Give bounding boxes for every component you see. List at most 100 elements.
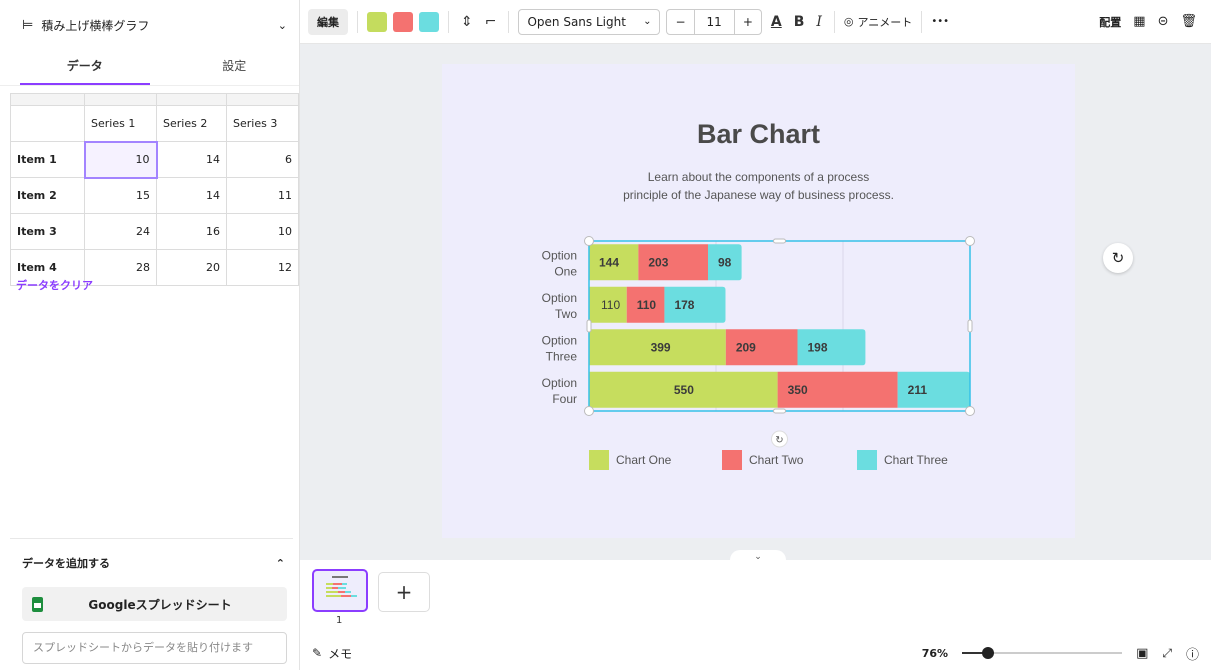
- row-label-cell[interactable]: Item 2: [10, 177, 85, 214]
- data-label: 399: [651, 340, 671, 354]
- thumbnail-preview: [326, 576, 357, 597]
- resize-handle: [773, 238, 786, 244]
- add-data-header[interactable]: データを追加する ⌃: [10, 539, 293, 587]
- spacing-icon[interactable]: ⇕: [458, 14, 476, 30]
- decrease-size-button[interactable]: −: [667, 15, 693, 29]
- paste-data-input[interactable]: スプレッドシートからデータを貼り付けます: [22, 632, 287, 664]
- chart-data-panel: ⊨ 積み上げ横棒グラフ ⌄ データ 設定 Series 1 Series 2 S…: [0, 0, 300, 670]
- zoom-slider[interactable]: [962, 647, 1123, 659]
- zoom-slider-handle[interactable]: [981, 647, 994, 659]
- pages-strip: 1 +: [300, 560, 1211, 636]
- data-cell[interactable]: 10: [226, 213, 299, 250]
- font-size-value[interactable]: 11: [693, 9, 735, 34]
- animate-button[interactable]: ◎ アニメート: [844, 14, 912, 30]
- data-cell[interactable]: 24: [84, 213, 157, 250]
- category-label: One: [554, 264, 577, 278]
- header-cell[interactable]: [10, 105, 85, 142]
- chevron-down-icon: ⌄: [277, 18, 287, 32]
- table-header-row: Series 1 Series 2 Series 3: [10, 105, 299, 142]
- data-cell[interactable]: 14: [156, 177, 227, 214]
- table-row: Item 1 10 14 6: [10, 140, 299, 179]
- clear-data-link[interactable]: データをクリア: [16, 277, 93, 293]
- zoom-controls: 76% ▣ ⤢ ⓘ: [922, 644, 1199, 663]
- fullscreen-icon[interactable]: ⤢: [1162, 646, 1172, 661]
- legend-label: Chart One: [616, 453, 672, 467]
- header-cell[interactable]: Series 2: [156, 105, 227, 142]
- edit-button[interactable]: 編集: [308, 8, 348, 35]
- bold-icon[interactable]: B: [791, 14, 808, 30]
- color-swatch-2[interactable]: [393, 11, 413, 32]
- animate-label: アニメート: [857, 15, 913, 29]
- data-cell[interactable]: 15: [84, 177, 157, 214]
- add-data-title: データを追加する: [22, 557, 110, 570]
- category-label: Option: [542, 248, 577, 262]
- data-cell[interactable]: 16: [156, 213, 227, 250]
- notes-icon: ✎: [312, 646, 323, 660]
- link-icon[interactable]: ⊝: [1158, 14, 1169, 29]
- category-label: Four: [552, 392, 577, 406]
- notes-button[interactable]: ✎ メモ: [312, 645, 352, 662]
- resize-handle: [586, 319, 592, 333]
- data-label: 209: [736, 340, 756, 354]
- toolbar-right: 配置 ▦ ⊝ 🗑: [1099, 14, 1211, 30]
- category-label: Three: [546, 349, 578, 363]
- design-canvas: Bar Chart Learn about the components of …: [300, 44, 1211, 564]
- color-swatch-3[interactable]: [419, 11, 439, 32]
- page-thumbnail[interactable]: [312, 569, 368, 612]
- chart-type-selector[interactable]: ⊨ 積み上げ横棒グラフ ⌄: [0, 0, 299, 50]
- chevron-up-icon: ⌃: [275, 556, 285, 570]
- data-cell[interactable]: 14: [156, 141, 227, 178]
- zoom-percent[interactable]: 76%: [922, 647, 948, 660]
- google-sheets-label: Googleスプレッドシート: [88, 597, 232, 612]
- rotate-icon: ↻: [775, 435, 783, 446]
- google-sheets-button[interactable]: Googleスプレッドシート: [22, 587, 287, 621]
- resize-handle: [965, 406, 975, 416]
- legend-label: Chart Two: [749, 453, 804, 467]
- page-count-icon[interactable]: ▣: [1136, 646, 1148, 661]
- color-swatch-1[interactable]: [367, 11, 387, 32]
- arrange-button[interactable]: 配置: [1099, 14, 1121, 30]
- data-label: 350: [788, 383, 808, 397]
- legend-label: Chart Three: [884, 453, 948, 467]
- tab-settings[interactable]: 設定: [170, 50, 300, 85]
- header-cell[interactable]: Series 1: [84, 105, 157, 142]
- resize-handle: [584, 236, 594, 246]
- legend-swatch: [857, 450, 877, 470]
- increase-size-button[interactable]: +: [735, 15, 761, 29]
- data-label: 211: [908, 383, 928, 397]
- refresh-icon[interactable]: ↻: [1103, 243, 1133, 273]
- help-icon[interactable]: ⓘ: [1186, 644, 1199, 663]
- divider: [448, 10, 449, 33]
- header-cell[interactable]: Series 3: [226, 105, 299, 142]
- more-button[interactable]: •••: [931, 16, 949, 27]
- data-cell[interactable]: 6: [226, 141, 299, 178]
- tab-data[interactable]: データ: [20, 50, 150, 85]
- data-cell[interactable]: 10: [83, 140, 158, 179]
- chevron-down-icon: ⌄: [643, 16, 652, 27]
- data-label: 203: [648, 255, 668, 269]
- stacked-bar-chart[interactable]: 144 203 98 Option One 110 110 178 Option Two 399 20…: [442, 64, 1075, 538]
- corner-rounding-icon[interactable]: ⌐: [482, 14, 500, 30]
- data-cell[interactable]: 11: [226, 177, 299, 214]
- add-page-button[interactable]: +: [378, 572, 430, 612]
- category-label: Two: [555, 307, 577, 321]
- trash-icon[interactable]: 🗑: [1180, 14, 1197, 29]
- table-row: Item 3 24 16 10: [10, 213, 299, 250]
- editor-toolbar: 編集 ⇕ ⌐ Open Sans Light ⌄ − 11 + A B I ◎ …: [300, 0, 1211, 44]
- data-cell[interactable]: 28: [84, 249, 157, 286]
- data-cell[interactable]: 12: [226, 249, 299, 286]
- data-cell[interactable]: 20: [156, 249, 227, 286]
- panel-tabs: データ 設定: [0, 50, 299, 86]
- row-label-cell[interactable]: Item 3: [10, 213, 85, 250]
- row-label-cell[interactable]: Item 1: [10, 141, 85, 178]
- transparency-icon[interactable]: ▦: [1133, 14, 1145, 29]
- resize-handle: [773, 408, 786, 414]
- design-page[interactable]: Bar Chart Learn about the components of …: [442, 64, 1075, 538]
- font-family-dropdown[interactable]: Open Sans Light ⌄: [518, 8, 661, 35]
- text-color-icon[interactable]: A: [768, 14, 785, 30]
- resize-handle: [967, 319, 973, 333]
- table-row: Item 2 15 14 11: [10, 177, 299, 214]
- italic-icon[interactable]: I: [813, 14, 825, 30]
- animate-icon: ◎: [843, 15, 854, 28]
- notes-label: メモ: [328, 646, 353, 661]
